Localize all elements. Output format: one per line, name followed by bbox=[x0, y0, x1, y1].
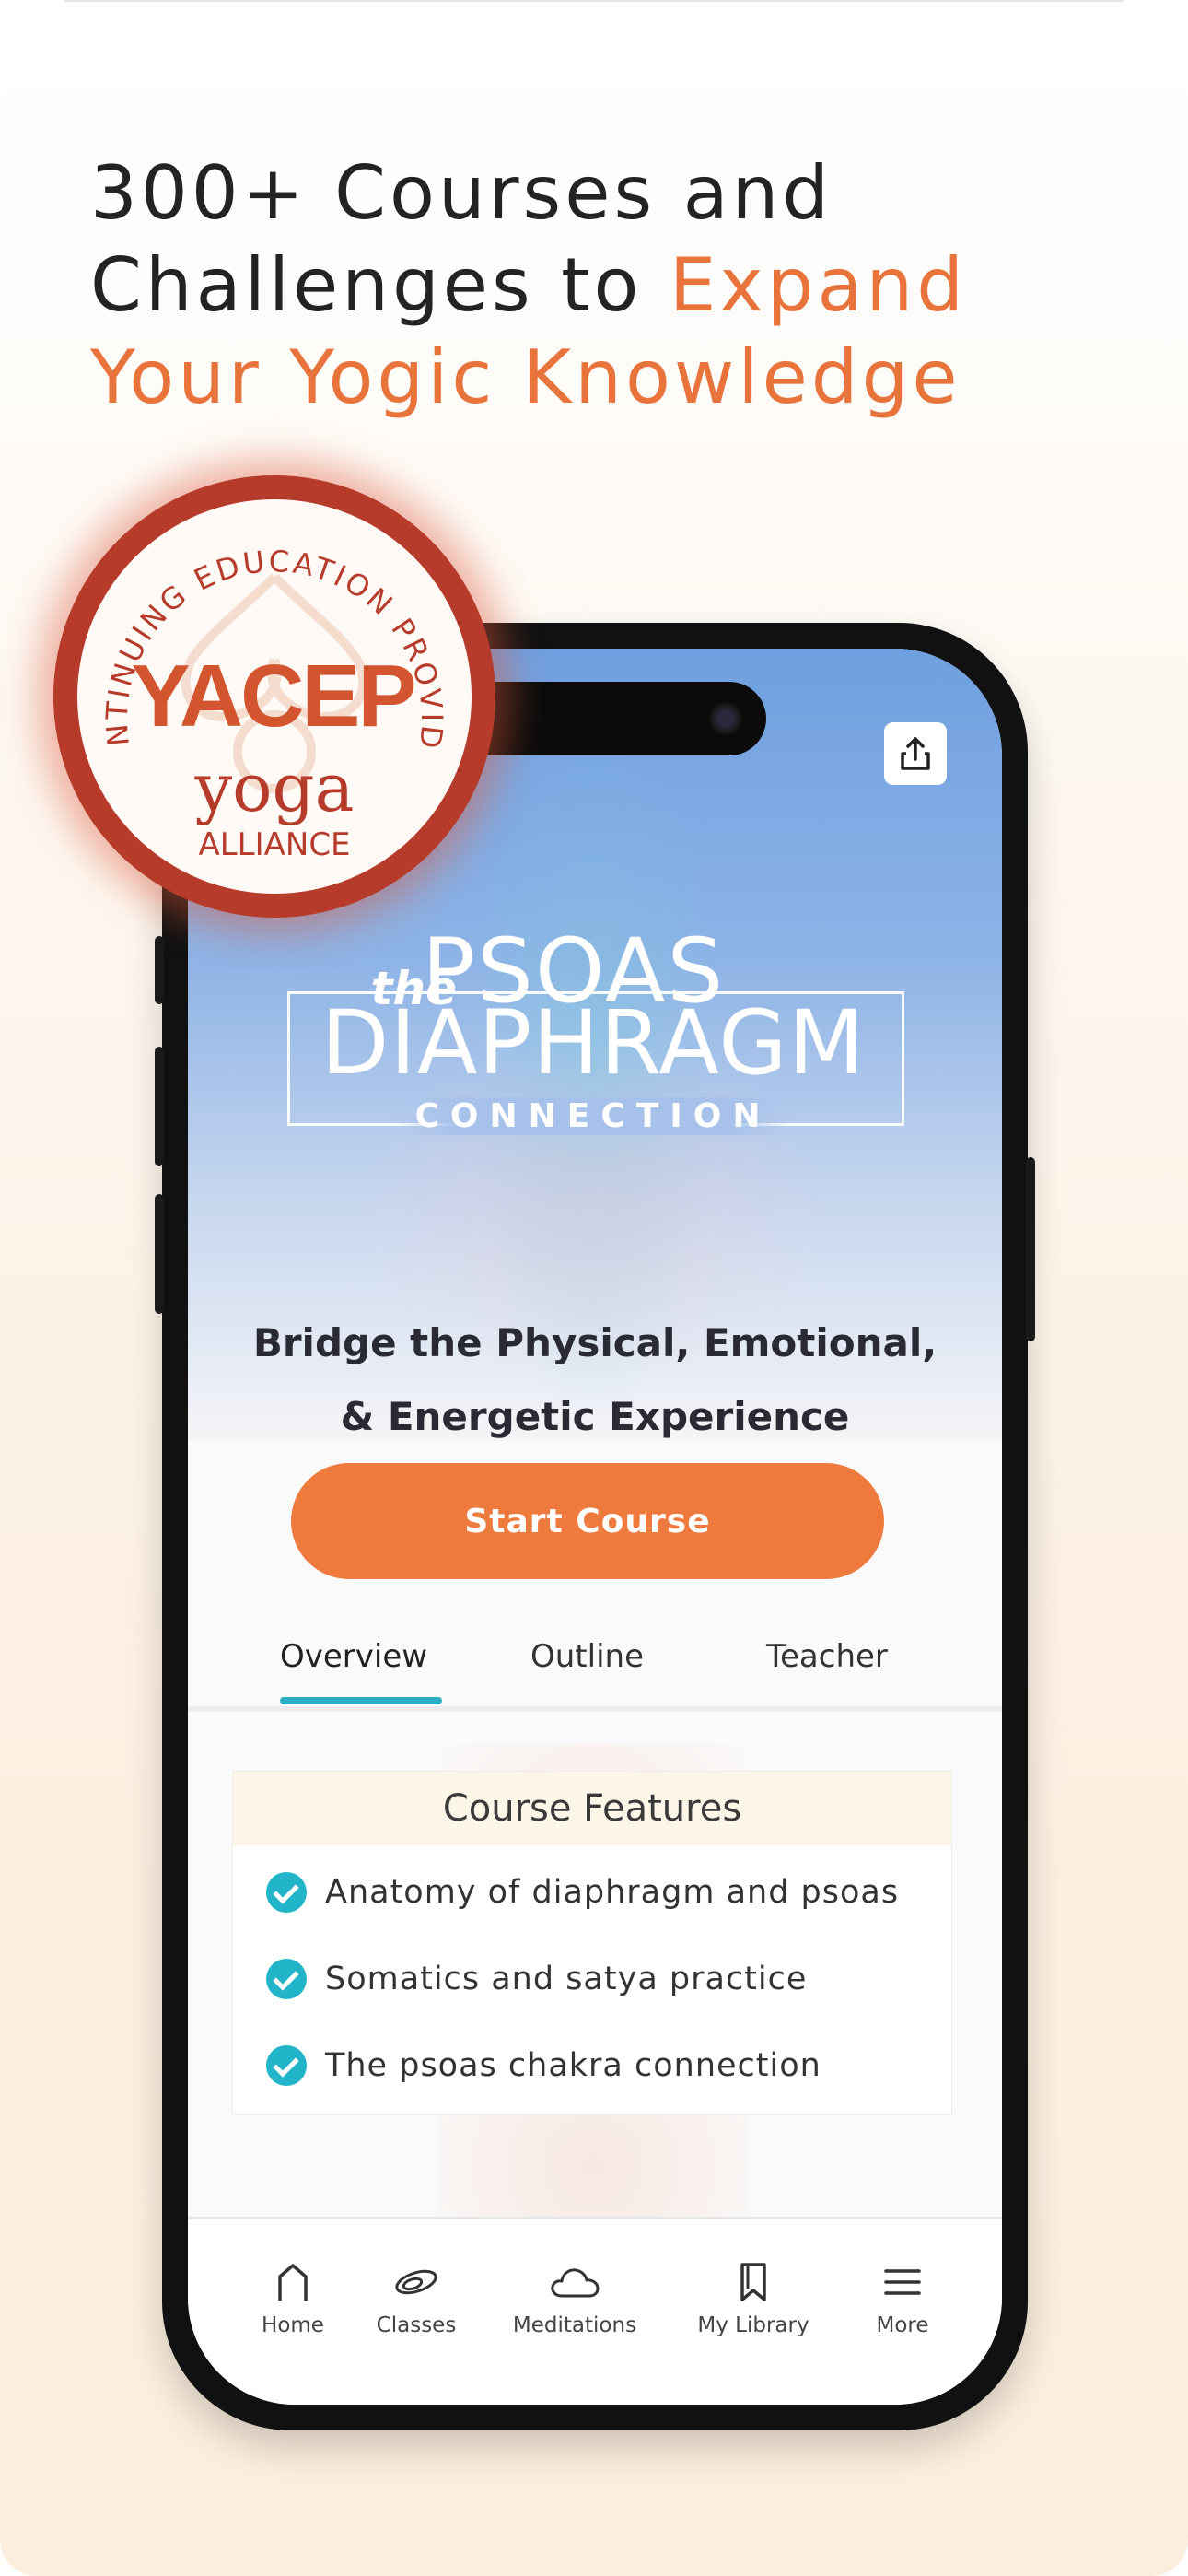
bottom-tab-bar: Home Classes Meditations My Library More bbox=[188, 2217, 1002, 2405]
feature-item: Anatomy of diaphragm and psoas bbox=[266, 1869, 899, 1915]
home-icon bbox=[278, 2264, 308, 2301]
feature-text: Somatics and satya practice bbox=[325, 1961, 808, 1997]
badge-yoga-text: yoga bbox=[193, 749, 354, 826]
tab-outline[interactable]: Outline bbox=[530, 1638, 644, 1675]
feature-text: The psoas chakra connection bbox=[325, 2047, 821, 2084]
tab-teacher[interactable]: Teacher bbox=[766, 1638, 888, 1675]
top-divider bbox=[64, 0, 1124, 2]
yacep-badge: CONTINUING EDUCATION PROVIDER YACEP yoga… bbox=[53, 475, 495, 918]
share-button[interactable] bbox=[884, 722, 947, 785]
menu-icon bbox=[884, 2269, 921, 2295]
start-course-button[interactable]: Start Course bbox=[291, 1463, 884, 1579]
phone-volume-up bbox=[155, 1047, 164, 1166]
headline-line2: Challenges to Expand bbox=[90, 240, 1122, 332]
headline-line1: 300+ Courses and bbox=[90, 150, 833, 236]
feature-item: The psoas chakra connection bbox=[266, 2043, 821, 2089]
feature-item: Somatics and satya practice bbox=[266, 1956, 807, 2002]
course-logo-connection: CONNECTION bbox=[284, 1097, 903, 1135]
badge-yacep-text: YACEP bbox=[132, 647, 414, 745]
nav-meditations-label: Meditations bbox=[512, 2313, 637, 2337]
badge-alliance-text: ALLIANCE bbox=[198, 826, 350, 863]
check-circle-icon bbox=[266, 1872, 307, 1913]
tab-overview[interactable]: Overview bbox=[280, 1638, 427, 1675]
bookmark-icon bbox=[740, 2263, 766, 2301]
headline: 300+ Courses and Challenges to Expand Yo… bbox=[90, 147, 1122, 424]
course-subtitle: Bridge the Physical, Emotional, & Energe… bbox=[225, 1306, 965, 1454]
nav-classes[interactable]: Classes bbox=[361, 2256, 472, 2337]
camera-icon bbox=[709, 702, 742, 735]
nav-meditations[interactable]: Meditations bbox=[501, 2256, 648, 2337]
headline-line2-accent: Expand bbox=[669, 242, 967, 328]
phone-power-button bbox=[1026, 1157, 1035, 1341]
nav-more-label: More bbox=[876, 2313, 929, 2337]
headline-line2-plain: Challenges to bbox=[90, 242, 670, 328]
classes-icon bbox=[395, 2269, 437, 2295]
course-features-card: Course Features Anatomy of diaphragm and… bbox=[232, 1771, 952, 2115]
nav-my-library[interactable]: My Library bbox=[680, 2256, 827, 2337]
active-tab-indicator bbox=[280, 1697, 442, 1704]
feature-text: Anatomy of diaphragm and psoas bbox=[325, 1874, 900, 1911]
nav-my-library-label: My Library bbox=[697, 2313, 809, 2337]
course-subtitle-line2: & Energetic Experience bbox=[340, 1394, 850, 1439]
headline-line3: Your Yogic Knowledge bbox=[90, 334, 961, 420]
course-logo-diaphragm: DIAPHRAGM bbox=[320, 991, 866, 1095]
share-icon bbox=[901, 737, 930, 770]
cloud-icon bbox=[551, 2268, 600, 2298]
nav-home[interactable]: Home bbox=[238, 2256, 348, 2337]
nav-classes-label: Classes bbox=[376, 2313, 457, 2337]
phone-volume-down bbox=[155, 1194, 164, 1314]
check-circle-icon bbox=[266, 1959, 307, 1999]
nav-more[interactable]: More bbox=[847, 2256, 958, 2337]
course-subtitle-line1: Bridge the Physical, Emotional, bbox=[252, 1320, 938, 1365]
course-logo-connection-text: CONNECTION bbox=[396, 1097, 790, 1135]
nav-home-label: Home bbox=[262, 2313, 324, 2337]
phone-side-button bbox=[155, 936, 164, 1004]
check-circle-icon bbox=[266, 2045, 307, 2086]
course-features-heading: Course Features bbox=[233, 1772, 951, 1845]
badge-seal-art: CONTINUING EDUCATION PROVIDER YACEP yoga… bbox=[53, 475, 447, 863]
